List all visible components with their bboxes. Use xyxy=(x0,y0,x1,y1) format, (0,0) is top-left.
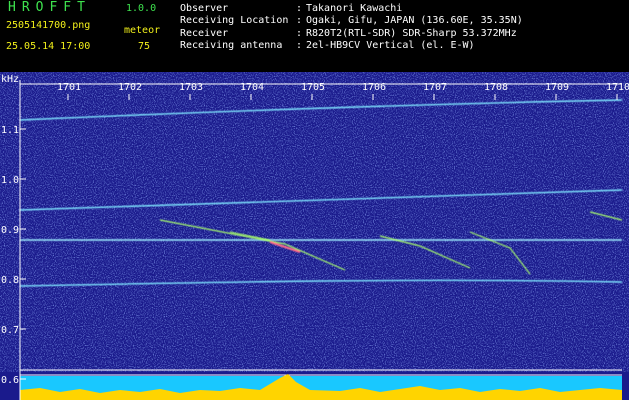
receiver-label: Receiver xyxy=(180,28,229,39)
datetime-label: 25.05.14 17:00 xyxy=(6,41,91,52)
location-separator: : xyxy=(296,15,303,26)
frequency-tick-label: 0.7 xyxy=(1,325,19,336)
location-value: Ogaki, Gifu, JAPAN (136.60E, 35.35N) xyxy=(306,15,523,26)
time-tick-label: 1701 xyxy=(57,82,81,93)
antenna-label: Receiving antenna xyxy=(180,40,283,51)
header-panel: HROFFT 1.0.0 2505141700.png meteor 25.05… xyxy=(0,0,629,72)
observer-value: Takanori Kawachi xyxy=(306,3,403,14)
app-title: HROFFT xyxy=(8,0,91,15)
axis-unit-label: kHz xyxy=(1,74,19,85)
time-tick-label: 1706 xyxy=(362,82,386,93)
time-tick-label: 1704 xyxy=(240,82,264,93)
time-tick-label: 1710 xyxy=(606,82,629,93)
observer-separator: : xyxy=(296,3,303,14)
observer-label: Observer xyxy=(180,3,229,14)
receiver-separator: : xyxy=(296,28,303,39)
time-tick-label: 1709 xyxy=(545,82,569,93)
spectrogram: kHz 1.1 1.0 0.9 0.8 0.7 0.6 1701 1702 1703 1704 1… xyxy=(0,72,629,400)
frequency-tick-label: 0.9 xyxy=(1,225,19,236)
frequency-tick-label: 0.6 xyxy=(1,375,19,386)
app-version: 1.0.0 xyxy=(126,3,157,14)
frequency-tick-label: 0.8 xyxy=(1,275,19,286)
antenna-value: 2el-HB9CV Vertical (el. E-W) xyxy=(306,40,475,51)
location-label: Receiving Location xyxy=(180,15,289,26)
mode-label: meteor xyxy=(124,25,161,36)
time-tick-label: 1702 xyxy=(118,82,142,93)
time-tick-label: 1707 xyxy=(423,82,447,93)
file-name: 2505141700.png xyxy=(6,20,91,31)
time-tick-label: 1703 xyxy=(179,82,203,93)
meteor-count: 75 xyxy=(138,41,151,52)
time-tick-label: 1705 xyxy=(301,82,325,93)
frequency-tick-label: 1.0 xyxy=(1,175,19,186)
receiver-value: R820T2(RTL-SDR) SDR-Sharp 53.372MHz xyxy=(306,28,517,39)
frequency-tick-label: 1.1 xyxy=(1,125,19,136)
time-tick-label: 1708 xyxy=(484,82,508,93)
antenna-separator: : xyxy=(296,40,303,51)
